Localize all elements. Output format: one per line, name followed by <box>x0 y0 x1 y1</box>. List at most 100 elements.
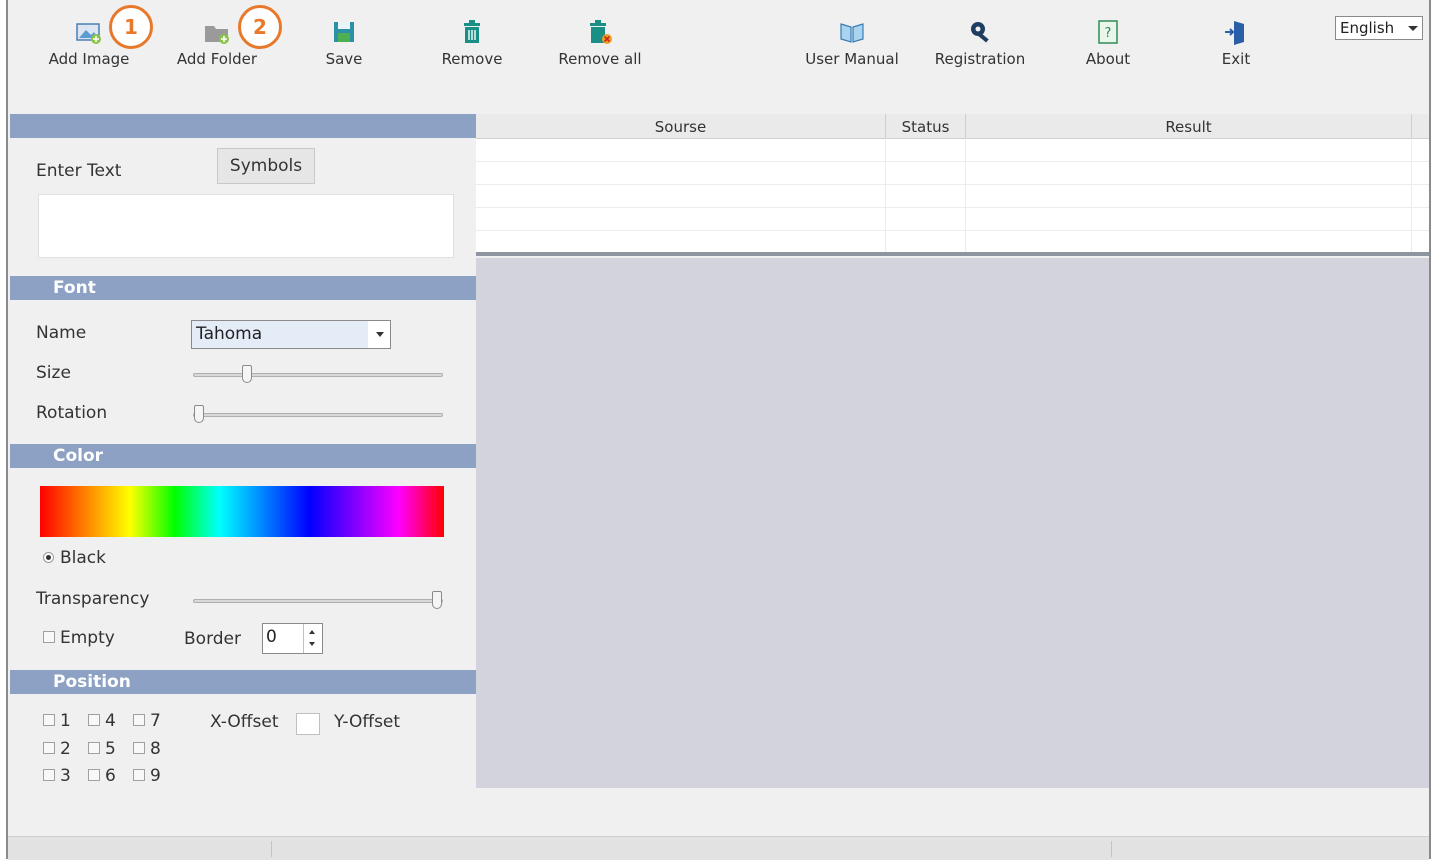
column-divider <box>965 138 966 252</box>
border-label: Border <box>184 629 241 649</box>
user-manual-button[interactable]: User Manual <box>797 18 907 68</box>
trash-icon <box>464 20 480 43</box>
stepper-arrows[interactable] <box>303 624 322 653</box>
table-row <box>476 161 1429 162</box>
save-label: Save <box>325 50 363 68</box>
position-checkbox-5[interactable] <box>88 742 100 754</box>
black-radio[interactable] <box>43 552 54 563</box>
step-marker-2: 2 <box>238 5 282 49</box>
empty-label: Empty <box>60 628 115 648</box>
position-checkbox-2[interactable] <box>43 742 55 754</box>
add-image-label: Add Image <box>48 50 130 68</box>
black-label: Black <box>60 548 106 568</box>
save-button[interactable]: Save <box>289 18 399 68</box>
exit-door-icon <box>1225 21 1244 45</box>
position-label-9: 9 <box>150 766 161 786</box>
slider-thumb[interactable] <box>242 365 252 383</box>
table-header: Sourse Status Result <box>476 114 1429 139</box>
svg-text:?: ? <box>1105 26 1112 41</box>
remove-all-button[interactable]: Remove all <box>545 18 655 68</box>
table-row <box>476 184 1429 185</box>
exit-button[interactable]: Exit <box>1181 18 1291 68</box>
arrow-up-icon[interactable] <box>309 630 315 634</box>
language-select[interactable]: English <box>1335 16 1423 40</box>
position-label-8: 8 <box>150 739 161 759</box>
text-input[interactable] <box>38 194 454 258</box>
panel-top-bar <box>10 114 476 138</box>
remove-button[interactable]: Remove <box>417 18 527 68</box>
slider-thumb[interactable] <box>194 405 204 423</box>
enter-text-label: Enter Text <box>36 161 122 181</box>
position-checkbox-8[interactable] <box>133 742 145 754</box>
font-size-slider[interactable] <box>193 365 443 383</box>
position-checkbox-4[interactable] <box>88 714 100 726</box>
empty-checkbox[interactable] <box>43 631 55 643</box>
font-name-value: Tahoma <box>192 321 368 348</box>
add-folder-label: Add Folder <box>176 50 258 68</box>
chevron-down-icon <box>376 332 384 337</box>
remove-label: Remove <box>441 50 503 68</box>
column-header-source[interactable]: Sourse <box>476 114 886 138</box>
position-label-2: 2 <box>60 739 71 759</box>
position-label-4: 4 <box>105 711 116 731</box>
help-icon: ? <box>1098 20 1118 44</box>
position-checkbox-7[interactable] <box>133 714 145 726</box>
image-preview-area[interactable] <box>476 258 1429 788</box>
chevron-down-icon <box>1408 26 1418 31</box>
arrow-down-icon[interactable] <box>309 642 315 646</box>
column-header-result[interactable]: Result <box>966 114 1412 138</box>
user-manual-label: User Manual <box>805 50 899 68</box>
settings-panel: Enter Text Symbols Font Name Tahoma Size… <box>10 114 476 834</box>
position-checkbox-3[interactable] <box>43 769 55 781</box>
status-divider <box>271 841 272 857</box>
rotation-label: Rotation <box>36 403 108 423</box>
position-checkbox-1[interactable] <box>43 714 55 726</box>
x-offset-label: X-Offset <box>210 712 279 732</box>
font-name-select[interactable]: Tahoma <box>191 320 391 349</box>
position-label-7: 7 <box>150 711 161 731</box>
position-label-5: 5 <box>105 739 116 759</box>
save-icon <box>334 22 354 42</box>
color-spectrum-picker[interactable] <box>40 486 444 537</box>
symbols-button[interactable]: Symbols <box>217 148 315 184</box>
transparency-slider[interactable] <box>193 591 443 609</box>
font-size-label: Size <box>36 363 71 383</box>
border-value: 0 <box>266 627 277 647</box>
step-marker-1: 1 <box>109 5 153 49</box>
position-label-3: 3 <box>60 766 71 786</box>
border-stepper[interactable]: 0 <box>262 623 323 654</box>
file-list-table[interactable]: Sourse Status Result <box>476 114 1429 256</box>
color-section-header: Color <box>10 444 476 468</box>
table-row <box>476 230 1429 231</box>
book-icon <box>840 23 864 43</box>
position-label-6: 6 <box>105 766 116 786</box>
about-label: About <box>1085 50 1131 68</box>
status-divider <box>1111 841 1112 857</box>
font-name-label: Name <box>36 323 87 343</box>
toolbar: Add Image 1 Add Folder 2 Save Remove Rem… <box>8 0 1429 113</box>
app-window: Add Image 1 Add Folder 2 Save Remove Rem… <box>6 0 1431 860</box>
x-offset-input[interactable] <box>296 713 320 735</box>
add-image-icon <box>76 23 101 44</box>
rotation-slider[interactable] <box>193 405 443 423</box>
add-folder-icon <box>205 26 229 44</box>
position-section-header: Position <box>10 670 476 694</box>
about-button[interactable]: ? About <box>1053 18 1163 68</box>
column-divider <box>885 138 886 252</box>
column-header-status[interactable]: Status <box>886 114 966 138</box>
slider-thumb[interactable] <box>432 591 442 609</box>
position-label-1: 1 <box>60 711 71 731</box>
table-row <box>476 207 1429 208</box>
key-icon <box>971 22 989 43</box>
font-section-header: Font <box>10 276 476 300</box>
transparency-label: Transparency <box>36 589 150 609</box>
registration-label: Registration <box>934 50 1026 68</box>
column-divider <box>1411 138 1412 252</box>
position-checkbox-9[interactable] <box>133 769 145 781</box>
trash-all-icon <box>590 20 612 44</box>
status-bar <box>8 836 1429 860</box>
language-value: English <box>1340 19 1395 37</box>
position-checkbox-6[interactable] <box>88 769 100 781</box>
remove-all-label: Remove all <box>558 50 642 68</box>
registration-button[interactable]: Registration <box>925 18 1035 68</box>
